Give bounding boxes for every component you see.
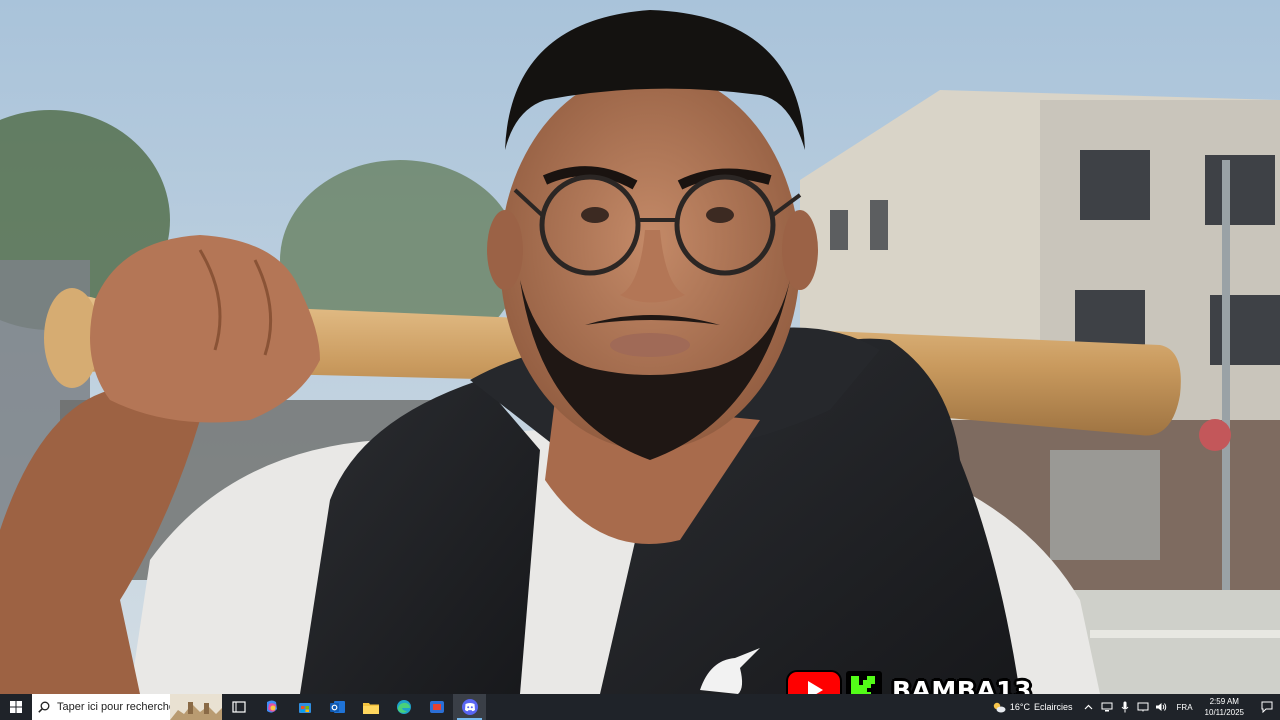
network-icon[interactable]	[1101, 701, 1113, 713]
snipping-tool-icon[interactable]	[420, 694, 453, 720]
desktop-wallpaper	[0, 0, 1280, 694]
search-icon	[38, 701, 50, 713]
clock-date: 10/11/2025	[1204, 708, 1244, 717]
copilot-icon[interactable]	[255, 694, 288, 720]
partly-sunny-icon	[993, 702, 1006, 713]
edge-icon[interactable]	[387, 694, 420, 720]
system-tray: 16°C Eclaircies FRA 2:59 AM 10/11/2025	[992, 694, 1280, 720]
search-placeholder: Taper ici pour rechercher	[57, 701, 179, 713]
search-highlight-image	[170, 694, 222, 720]
outlook-icon[interactable]	[321, 694, 354, 720]
search-input[interactable]: Taper ici pour rechercher	[32, 694, 222, 720]
discord-icon[interactable]	[453, 694, 486, 720]
clock-time: 2:59 AM	[1209, 697, 1239, 706]
notification-icon[interactable]	[1254, 694, 1280, 720]
language-indicator[interactable]: FRA	[1177, 703, 1193, 712]
windows-start-icon[interactable]	[0, 694, 32, 720]
volume-icon[interactable]	[1155, 701, 1167, 713]
microphone-icon[interactable]	[1119, 701, 1131, 713]
weather-temperature: 16°C	[1009, 702, 1031, 712]
clock[interactable]: 2:59 AM 10/11/2025	[1205, 696, 1244, 718]
task-view-icon[interactable]	[222, 694, 255, 720]
display-icon[interactable]	[1137, 701, 1149, 713]
store-icon[interactable]	[288, 694, 321, 720]
chevron-up-icon[interactable]	[1083, 701, 1095, 713]
weather-widget[interactable]: 16°C Eclaircies	[992, 701, 1073, 713]
taskbar: Taper ici pour rechercher 16°C Eclaircie…	[0, 694, 1280, 720]
folder-icon[interactable]	[354, 694, 387, 720]
weather-condition: Eclaircies	[1034, 702, 1073, 712]
